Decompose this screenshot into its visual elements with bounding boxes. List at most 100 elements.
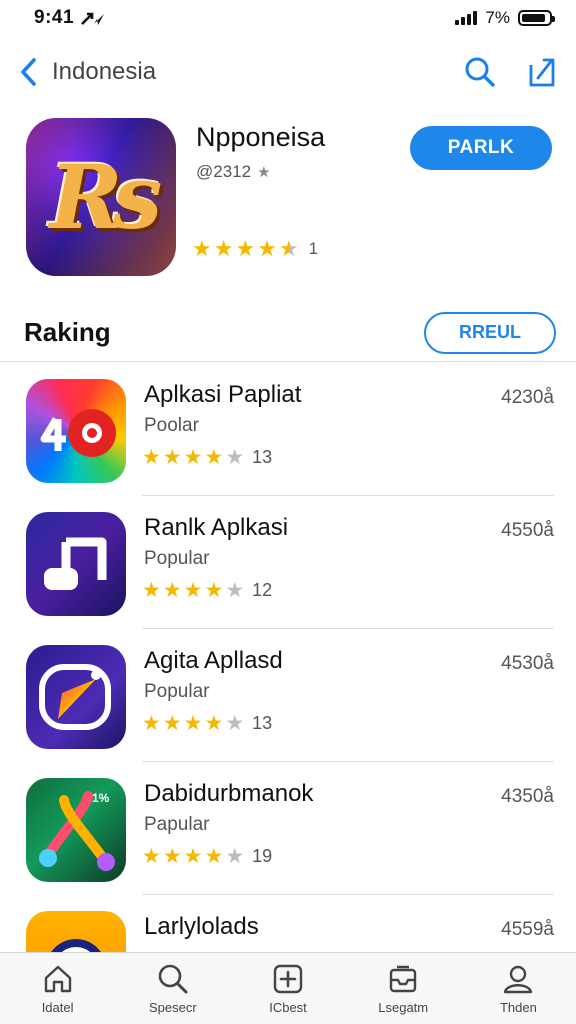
star-icon: ★ <box>162 712 182 735</box>
featured-app-subtitle: @2312 ★ <box>196 162 271 182</box>
status-right: 7% <box>455 8 555 28</box>
star-icon: ★ <box>204 446 224 469</box>
star-rating: ★ ★ ★ ★ ★ <box>142 580 244 601</box>
rating-count: 12 <box>252 580 273 600</box>
home-icon <box>44 965 71 993</box>
battery-icon <box>518 10 555 26</box>
star-icon: ★ <box>225 712 245 735</box>
app-icon-music <box>26 512 126 616</box>
send-arrow-icon <box>39 664 111 730</box>
tab-label: Thden <box>499 1000 537 1015</box>
rating-count: 19 <box>252 846 273 866</box>
app-icon-send <box>26 645 126 749</box>
tab-bar: Idatel Spesecr ICbest Lsegatm Thden <box>0 952 576 1024</box>
star-icon: ★ <box>204 712 224 735</box>
app-category: Poolar <box>144 415 199 436</box>
featured-app-icon: Rs <box>26 118 176 276</box>
app-name: Larlylolads <box>144 913 259 940</box>
featured-app[interactable]: Rs Npponeisa @2312 ★ ★ ★ ★ ★ ★ 1 PARLK <box>26 118 556 278</box>
rating-count: 1 <box>308 239 319 258</box>
inbox-icon <box>390 965 417 993</box>
star-icon: ★ <box>204 845 224 868</box>
app-rating: ★ ★ ★ ★ ★ 13 <box>142 713 272 734</box>
star-icon: ★ <box>225 446 245 469</box>
star-icon: ★ <box>142 446 161 469</box>
scissors-icon: 1% <box>39 791 115 871</box>
share-icon[interactable] <box>526 56 558 88</box>
tab-label: Idatel <box>41 1000 74 1015</box>
star-icon: ★ <box>257 236 277 261</box>
tab-create[interactable]: ICbest <box>230 953 345 1024</box>
star-icon: ★ <box>183 712 203 735</box>
star-icon: ★ <box>225 845 245 868</box>
status-time: 9:41 <box>34 7 75 28</box>
see-all-button[interactable]: RREUL <box>424 311 556 354</box>
section-header: Raking RREUL <box>0 304 576 362</box>
app-rating: ★ ★ ★ ★ ★ 12 <box>142 580 272 601</box>
svg-text:1%: 1% <box>92 791 110 805</box>
back-label: Indonesia <box>52 58 157 85</box>
list-item[interactable]: Aplkasi Papliat Poolar ★ ★ ★ ★ ★ 13 4230å <box>0 363 576 496</box>
app-category: Popular <box>144 548 210 569</box>
app-name: Aplkasi Papliat <box>144 381 302 408</box>
app-rating: ★ ★ ★ ★ ★ 13 <box>142 447 272 468</box>
status-bar: 9:41 7% <box>0 0 576 36</box>
section-title: Raking <box>24 317 111 347</box>
list-item[interactable]: Ranlk Aplkasi Popular ★ ★ ★ ★ ★ 12 4550å <box>0 496 576 629</box>
app-name: Ranlk Aplkasi <box>144 514 289 541</box>
plus-square-icon <box>273 964 303 994</box>
app-size: 4559å <box>501 919 554 940</box>
star-icon: ★ <box>235 236 256 261</box>
star-rating: ★ ★ ★ ★ ★ <box>192 238 299 260</box>
star-icon: ★ <box>204 579 224 602</box>
list-item[interactable]: Agita Apllasd Popular ★ ★ ★ ★ ★ 13 4530å <box>0 629 576 762</box>
rating-count: 13 <box>252 713 273 733</box>
star-icon: ★ <box>183 579 203 602</box>
app-size: 4550å <box>501 520 554 541</box>
battery-fill <box>522 14 546 22</box>
star-icon: ★ <box>162 845 182 868</box>
featured-app-name: Npponeisa <box>196 122 326 152</box>
app-size: 4530å <box>501 653 554 674</box>
nav-bar: Indonesia <box>0 44 576 100</box>
location-arrow-icon <box>81 12 105 25</box>
featured-subtitle-text: @2312 <box>196 162 252 181</box>
star-rating: ★ ★ ★ ★ ★ <box>142 846 244 867</box>
featured-icon-logo: Rs <box>49 145 163 249</box>
tab-label: ICbest <box>269 1000 307 1015</box>
star-icon: ★ <box>142 712 161 735</box>
star-rating: ★ ★ ★ ★ ★ <box>142 713 244 734</box>
search-icon[interactable] <box>464 56 496 88</box>
rating-count: 13 <box>252 447 273 467</box>
star-icon: ★ <box>142 845 161 868</box>
star-icon: ★ <box>213 236 234 261</box>
battery-text: 7% <box>485 8 510 27</box>
profile-icon <box>504 965 533 994</box>
tab-profile[interactable]: Thden <box>461 953 576 1024</box>
app-logo-icon <box>40 409 116 457</box>
get-button[interactable]: PARLK <box>410 126 552 170</box>
app-category: Popular <box>144 681 210 702</box>
app-category: Papular <box>144 814 210 835</box>
signal-icon <box>455 11 478 25</box>
status-left: 9:41 <box>34 7 106 29</box>
featured-rating: ★ ★ ★ ★ ★ 1 <box>192 238 318 260</box>
tab-search[interactable]: Spesecr <box>115 953 230 1024</box>
app-icon-scissors: 1% <box>26 778 126 882</box>
app-list: Aplkasi Papliat Poolar ★ ★ ★ ★ ★ 13 4230å Ra… <box>0 363 576 1024</box>
app-name: Dabidurbmanok <box>144 780 314 807</box>
star-icon: ★ <box>278 236 299 261</box>
search-icon <box>158 964 188 994</box>
app-rating: ★ ★ ★ ★ ★ 19 <box>142 846 272 867</box>
star-icon: ★ <box>225 579 245 602</box>
tab-inbox[interactable]: Lsegatm <box>346 953 461 1024</box>
star-icon: ★ <box>183 446 203 469</box>
back-button[interactable]: Indonesia <box>18 56 156 88</box>
list-item[interactable]: 1% Dabidurbmanok Papular ★ ★ ★ ★ ★ 19 4350å <box>0 762 576 895</box>
tab-label: Lsegatm <box>378 1000 429 1015</box>
tab-label: Spesecr <box>148 1000 197 1015</box>
star-icon: ★ <box>162 579 182 602</box>
app-icon-rainbow <box>26 379 126 483</box>
tab-home[interactable]: Idatel <box>0 953 115 1024</box>
nav-actions <box>464 56 558 88</box>
